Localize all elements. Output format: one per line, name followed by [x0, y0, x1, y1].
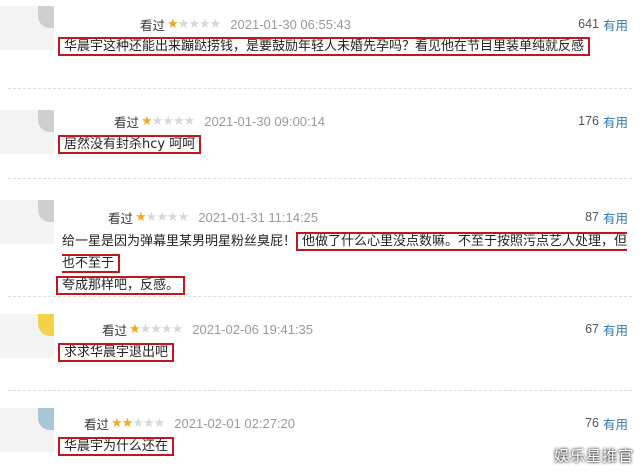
- star-empty-icon: ★: [156, 209, 168, 225]
- star-empty-icon: ★: [162, 113, 174, 129]
- star-empty-icon: ★: [183, 113, 196, 129]
- star-filled-icon: ★: [141, 113, 153, 129]
- star-filled-icon: ★: [111, 415, 123, 431]
- star-empty-icon: ★: [151, 113, 164, 129]
- vote-area: 87 有用: [585, 207, 628, 227]
- watch-status: 看过: [84, 416, 110, 432]
- comment-text: 给一星是因为弹幕里某男明星粉丝臭屁！: [62, 234, 297, 249]
- star-empty-icon: ★: [198, 16, 211, 32]
- star-empty-icon: ★: [142, 415, 155, 431]
- star-empty-icon: ★: [177, 209, 190, 225]
- star-empty-icon: ★: [150, 321, 162, 337]
- highlighted-comment: 求求华晨宇退出吧: [58, 343, 175, 362]
- vote-area: 67 有用: [585, 319, 628, 339]
- rating-stars: ★ ★ ★ ★ ★: [141, 113, 196, 129]
- rating-stars: ★ ★ ★ ★ ★: [135, 209, 190, 225]
- star-empty-icon: ★: [172, 113, 185, 129]
- review-time: 2021-02-06 19:41:35: [192, 321, 314, 337]
- rating-stars: ★ ★ ★ ★ ★: [111, 415, 166, 431]
- review-comment: 给一星是因为弹幕里某男明星粉丝臭屁！ 他做了什么心里没点数嘛。不至于按照污点艺人处…: [56, 231, 632, 297]
- divider: [8, 178, 632, 179]
- review-time: 2021-01-30 06:55:43: [230, 16, 352, 32]
- watch-status: 看过: [114, 114, 140, 130]
- review-time: 2021-02-01 02:27:20: [174, 415, 296, 431]
- vote-area: 176 有用: [578, 111, 628, 131]
- avatar[interactable]: [0, 314, 54, 358]
- star-empty-icon: ★: [171, 321, 184, 337]
- divider: [8, 390, 632, 391]
- star-empty-icon: ★: [209, 16, 222, 32]
- vote-count: 76: [585, 416, 599, 430]
- watch-status: 看过: [140, 17, 166, 33]
- star-empty-icon: ★: [132, 415, 144, 431]
- watch-status: 看过: [108, 210, 134, 226]
- highlighted-comment: 华晨宇这种还能出来蹦跶捞钱，是要鼓励年轻人未婚先孕吗？看见他在节目里装单纯就反感: [58, 37, 591, 56]
- vote-count: 87: [585, 210, 599, 224]
- useful-button[interactable]: 有用: [603, 15, 628, 34]
- star-empty-icon: ★: [188, 16, 200, 32]
- star-empty-icon: ★: [177, 16, 190, 32]
- vote-count: 176: [578, 114, 599, 128]
- star-empty-icon: ★: [145, 209, 158, 225]
- useful-button[interactable]: 有用: [603, 320, 628, 339]
- rating-stars: ★ ★ ★ ★ ★: [129, 321, 184, 337]
- review-meta: 看过 ★ ★ ★ ★ ★ 2021-02-01 02:27:20: [84, 413, 295, 433]
- vote-count: 641: [578, 17, 599, 31]
- watch-status: 看过: [102, 322, 128, 338]
- star-empty-icon: ★: [153, 415, 166, 431]
- review-comment: 华晨宇为什么还在: [58, 436, 175, 458]
- useful-button[interactable]: 有用: [603, 112, 628, 131]
- avatar[interactable]: [0, 408, 54, 452]
- highlighted-comment: 居然没有封杀hcy 呵呵: [58, 135, 202, 154]
- rating-stars: ★ ★ ★ ★ ★: [167, 16, 222, 32]
- star-empty-icon: ★: [166, 209, 179, 225]
- divider: [8, 88, 632, 89]
- review-meta: 看过 ★ ★ ★ ★ ★ 2021-01-30 06:55:43: [140, 14, 351, 34]
- review-meta: 看过 ★ ★ ★ ★ ★ 2021-01-30 09:00:14: [114, 111, 325, 131]
- star-empty-icon: ★: [139, 321, 152, 337]
- star-filled-icon: ★: [167, 16, 179, 32]
- useful-button[interactable]: 有用: [603, 414, 628, 433]
- highlighted-comment: 华晨宇为什么还在: [58, 437, 175, 456]
- review-time: 2021-01-30 09:00:14: [204, 113, 326, 129]
- avatar[interactable]: [0, 110, 54, 154]
- useful-button[interactable]: 有用: [603, 208, 628, 227]
- review-meta: 看过 ★ ★ ★ ★ ★ 2021-01-31 11:14:25: [108, 207, 318, 227]
- star-empty-icon: ★: [160, 321, 173, 337]
- star-filled-icon: ★: [121, 415, 134, 431]
- review-meta: 看过 ★ ★ ★ ★ ★ 2021-02-06 19:41:35: [102, 319, 313, 339]
- vote-area: 76 有用: [585, 413, 628, 433]
- vote-area: 641 有用: [578, 14, 628, 34]
- divider: [8, 296, 632, 297]
- vote-count: 67: [585, 322, 599, 336]
- watermark-text: 娱乐星推官: [553, 447, 634, 465]
- highlighted-comment: 夸成那样吧，反感。: [56, 276, 186, 295]
- avatar[interactable]: [0, 6, 54, 50]
- star-filled-icon: ★: [129, 321, 141, 337]
- star-filled-icon: ★: [135, 209, 147, 225]
- review-time: 2021-01-31 11:14:25: [198, 209, 319, 225]
- review-comment: 求求华晨宇退出吧: [58, 342, 175, 364]
- review-comment: 华晨宇这种还能出来蹦跶捞钱，是要鼓励年轻人未婚先孕吗？看见他在节目里装单纯就反感: [58, 36, 591, 58]
- avatar[interactable]: [0, 200, 54, 244]
- review-comment: 居然没有封杀hcy 呵呵: [58, 134, 202, 156]
